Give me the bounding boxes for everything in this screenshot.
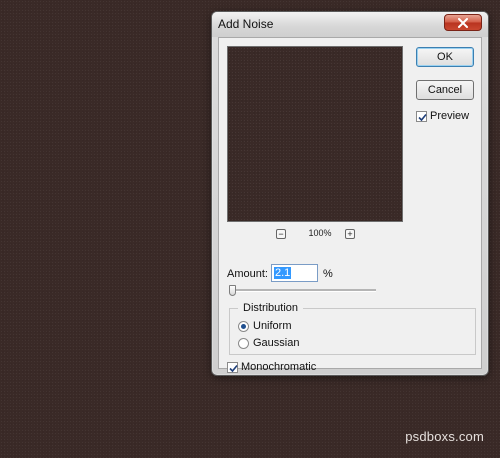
- gaussian-radio[interactable]: [238, 338, 249, 349]
- uniform-label: Uniform: [253, 320, 292, 332]
- distribution-group: Distribution Uniform Gaussian: [229, 302, 476, 355]
- amount-slider-track[interactable]: [230, 289, 376, 292]
- zoom-out-icon[interactable]: −: [276, 229, 286, 239]
- amount-unit: %: [323, 268, 333, 280]
- distribution-legend: Distribution: [238, 302, 304, 314]
- gaussian-label: Gaussian: [253, 337, 300, 349]
- amount-label: Amount:: [227, 268, 268, 280]
- dialog-body: − 100% + OK Cancel Preview Amount: 2.1 %…: [218, 37, 482, 373]
- checkmark-icon: [229, 364, 238, 373]
- cancel-button[interactable]: Cancel: [416, 80, 474, 100]
- amount-input[interactable]: 2.1: [271, 264, 318, 282]
- preview-checkbox[interactable]: [416, 111, 427, 122]
- noise-preview[interactable]: [227, 46, 403, 222]
- dialog-title: Add Noise: [218, 17, 274, 31]
- close-icon: [458, 18, 468, 28]
- preview-label: Preview: [430, 110, 470, 122]
- uniform-radio[interactable]: [238, 321, 249, 332]
- add-noise-dialog: Add Noise − 100% + OK Cancel Preview Amo…: [211, 11, 489, 376]
- watermark: psdboxs.com: [405, 429, 484, 444]
- checkmark-icon: [418, 113, 427, 122]
- dialog-titlebar[interactable]: Add Noise: [212, 12, 488, 37]
- radio-selected-dot: [241, 324, 246, 329]
- amount-value: 2.1: [274, 267, 292, 279]
- ok-button[interactable]: OK: [416, 47, 474, 67]
- zoom-in-icon[interactable]: +: [345, 229, 355, 239]
- close-button[interactable]: [444, 14, 482, 31]
- amount-slider-handle[interactable]: [229, 285, 236, 296]
- zoom-level: 100%: [308, 228, 332, 238]
- monochromatic-checkbox[interactable]: [227, 362, 238, 373]
- monochromatic-label: Monochromatic: [241, 361, 317, 373]
